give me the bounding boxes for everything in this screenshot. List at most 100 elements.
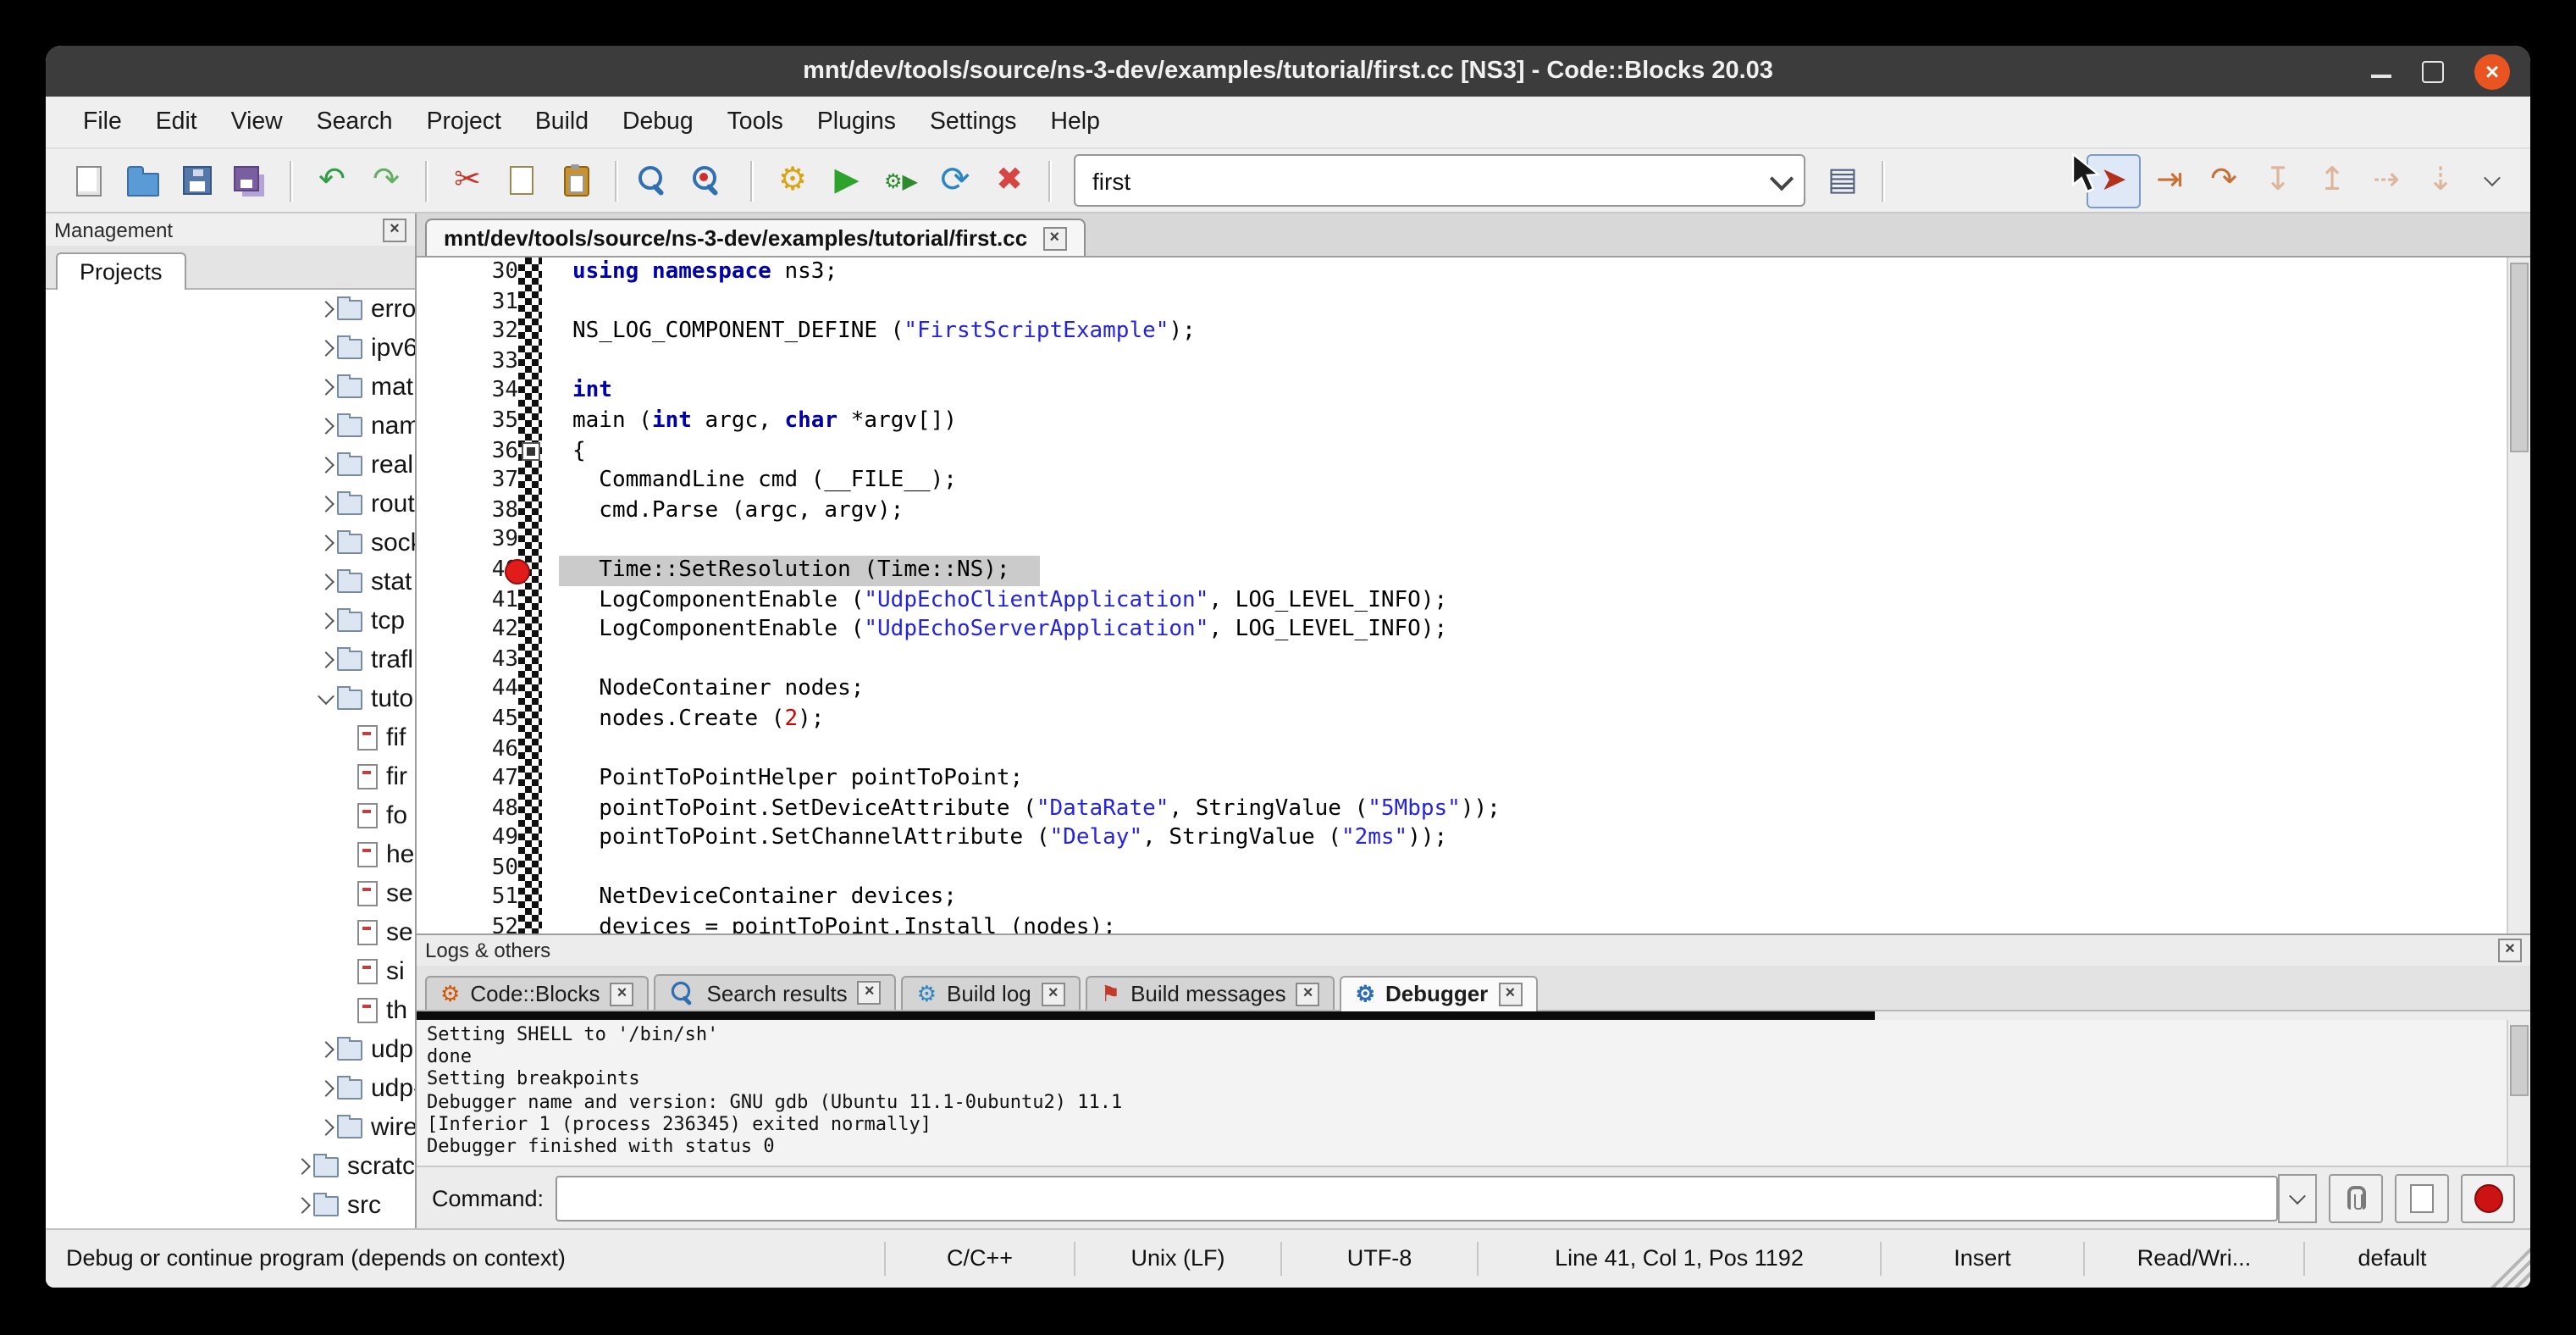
code-area[interactable]: 30using namespace ns3;3132NS_LOG_COMPONE… <box>417 258 2530 933</box>
line-number[interactable]: 50 <box>417 854 535 884</box>
build-target-select[interactable]: first <box>1074 154 1805 207</box>
resize-grip[interactable] <box>2486 1244 2530 1288</box>
menu-item-tools[interactable]: Tools <box>710 102 800 142</box>
tree-item-udp[interactable]: udp <box>46 1030 415 1069</box>
tree-item-rout[interactable]: rout <box>46 485 415 523</box>
tree-item-src[interactable]: src <box>46 1186 415 1225</box>
replace-button[interactable] <box>686 155 737 206</box>
close-icon[interactable] <box>383 218 406 241</box>
scrollbar-thumb[interactable] <box>2510 263 2529 452</box>
save-all-button[interactable] <box>225 155 276 206</box>
tree-expand-icon[interactable] <box>313 420 337 432</box>
close-icon[interactable] <box>2498 939 2522 962</box>
code-line-50[interactable]: 50 <box>417 854 2530 884</box>
line-number[interactable]: 42 <box>417 615 535 645</box>
code-line-39[interactable]: 39 <box>417 526 2530 556</box>
command-input[interactable] <box>556 1175 2278 1221</box>
line-number[interactable]: 43 <box>417 645 535 674</box>
tree-expand-icon[interactable] <box>313 1083 337 1094</box>
menu-item-view[interactable]: View <box>214 102 300 142</box>
tree-expand-icon[interactable] <box>313 498 337 510</box>
line-number[interactable]: 52 <box>417 913 535 933</box>
tree-expand-icon[interactable] <box>313 381 337 393</box>
code-line-47[interactable]: 47 PointToPointHelper pointToPoint; <box>417 764 2530 794</box>
line-number[interactable]: 35 <box>417 407 535 436</box>
menu-item-search[interactable]: Search <box>300 102 410 142</box>
tree-expand-icon[interactable] <box>313 1122 337 1133</box>
tree-expand-icon[interactable] <box>313 459 337 471</box>
command-dropdown-button[interactable] <box>2278 1173 2317 1222</box>
line-number[interactable]: 47 <box>417 764 535 794</box>
tree-item-scratch[interactable]: scratch <box>46 1147 415 1186</box>
log-tab-code-blocks[interactable]: ⚙Code::Blocks <box>425 976 650 1010</box>
code-line-35[interactable]: 35main (int argc, char *argv[]) <box>417 407 2530 436</box>
line-number[interactable]: 39 <box>417 526 535 556</box>
tree-item-sock[interactable]: sock <box>46 523 415 562</box>
tree-expand-icon[interactable] <box>313 615 337 627</box>
code-line-34[interactable]: 34int <box>417 377 2530 407</box>
menu-item-build[interactable]: Build <box>518 102 605 142</box>
code-line-36[interactable]: 36{ <box>417 436 2530 466</box>
close-icon[interactable] <box>611 982 634 1005</box>
close-button[interactable]: × <box>2474 53 2510 89</box>
tree-item-fo[interactable]: fo <box>46 796 415 835</box>
abort-button[interactable]: ✖ <box>984 155 1035 206</box>
tree-expand-icon[interactable] <box>313 576 337 588</box>
next-instruction-button[interactable]: ⇢ <box>2361 155 2412 206</box>
close-icon[interactable] <box>858 981 882 1005</box>
undo-button[interactable]: ↶ <box>307 155 357 206</box>
menu-item-edit[interactable]: Edit <box>139 102 214 142</box>
step-into-instruction-button[interactable]: ⇣ <box>2415 155 2466 206</box>
attach-button[interactable] <box>2329 1173 2383 1222</box>
line-number[interactable]: 34 <box>417 377 535 407</box>
line-number[interactable]: 32 <box>417 317 535 346</box>
code-line-32[interactable]: 32NS_LOG_COMPONENT_DEFINE ("FirstScriptE… <box>417 317 2530 346</box>
line-number[interactable]: 31 <box>417 287 535 317</box>
cut-button[interactable]: ✂ <box>442 155 493 206</box>
maximize-button[interactable] <box>2422 60 2444 82</box>
close-icon[interactable] <box>1498 982 1522 1005</box>
line-number[interactable]: 41 <box>417 585 535 615</box>
log-tab-build-messages[interactable]: ⚑Build messages <box>1086 976 1335 1010</box>
tree-item-nam[interactable]: nam <box>46 407 415 446</box>
line-number[interactable]: 33 <box>417 347 535 377</box>
tab-projects[interactable]: Projects <box>56 252 186 290</box>
tree-expand-icon[interactable] <box>313 1044 337 1055</box>
line-number[interactable]: 48 <box>417 794 535 823</box>
paste-button[interactable] <box>550 155 601 206</box>
code-line-44[interactable]: 44 NodeContainer nodes; <box>417 675 2530 705</box>
tree-item-tuto[interactable]: tuto <box>46 679 415 718</box>
title-bar[interactable]: mnt/dev/tools/source/ns-3-dev/examples/t… <box>46 46 2530 97</box>
compile-file-button[interactable]: ▤ <box>1817 155 1868 206</box>
tree-item-real[interactable]: real <box>46 446 415 485</box>
code-line-46[interactable]: 46 <box>417 734 2530 764</box>
code-line-41[interactable]: 41 LogComponentEnable ("UdpEchoClientApp… <box>417 585 2530 615</box>
tree-item-stat[interactable]: stat <box>46 562 415 601</box>
run-button[interactable]: ▶ <box>821 155 872 206</box>
line-number[interactable]: 38 <box>417 496 535 526</box>
step-into-button[interactable]: ↧ <box>2253 155 2303 206</box>
code-line-52[interactable]: 52 devices = pointToPoint.Install (nodes… <box>417 913 2530 933</box>
copy-button[interactable] <box>496 155 547 206</box>
line-number[interactable]: 30 <box>417 258 535 287</box>
line-number[interactable]: 46 <box>417 734 535 764</box>
redo-button[interactable]: ↷ <box>361 155 412 206</box>
code-line-49[interactable]: 49 pointToPoint.SetChannelAttribute ("De… <box>417 824 2530 854</box>
tree-item-erro[interactable]: erro <box>46 290 415 329</box>
line-number[interactable]: 36 <box>417 436 535 466</box>
menu-item-help[interactable]: Help <box>1034 102 1117 142</box>
editor[interactable]: 30using namespace ns3;3132NS_LOG_COMPONE… <box>417 258 2530 933</box>
code-line-31[interactable]: 31 <box>417 287 2530 317</box>
log-tab-build-log[interactable]: ⚙Build log <box>902 976 1081 1010</box>
scrollbar-thumb[interactable] <box>2510 1025 2529 1096</box>
tree-item-se[interactable]: se <box>46 913 415 952</box>
editor-scrollbar[interactable] <box>2507 258 2530 933</box>
code-line-51[interactable]: 51 NetDeviceContainer devices; <box>417 884 2530 913</box>
next-line-button[interactable]: ↷ <box>2198 155 2249 206</box>
code-line-38[interactable]: 38 cmd.Parse (argc, argv); <box>417 496 2530 526</box>
code-line-42[interactable]: 42 LogComponentEnable ("UdpEchoServerApp… <box>417 615 2530 645</box>
tree-expand-icon[interactable] <box>313 654 337 666</box>
tree-item-se[interactable]: se <box>46 874 415 913</box>
line-number[interactable]: 49 <box>417 824 535 854</box>
tree-item-fif[interactable]: fif <box>46 718 415 757</box>
